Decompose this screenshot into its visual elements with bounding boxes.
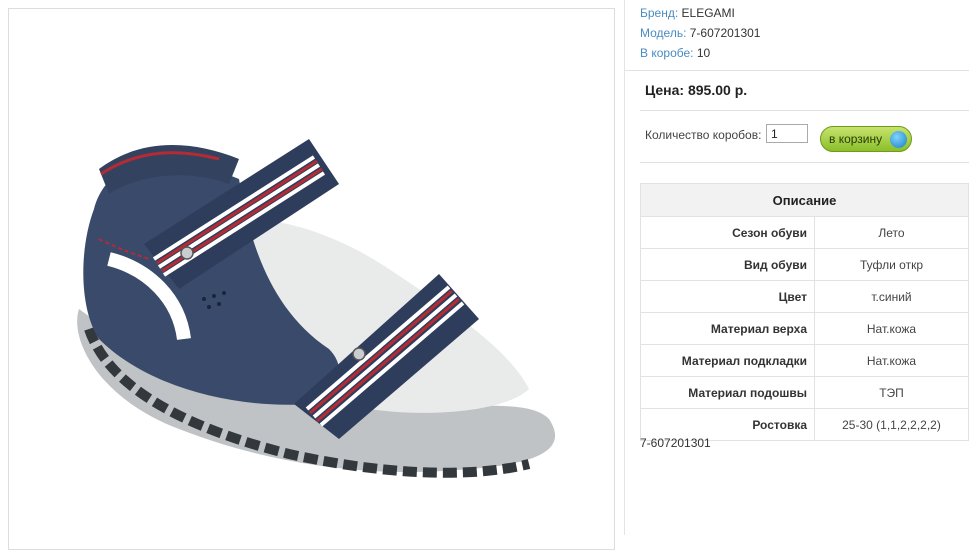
row-key: Материал верха (640, 312, 815, 345)
row-key: Вид обуви (640, 248, 815, 281)
add-to-cart-label: в корзину (829, 132, 883, 146)
column-divider (624, 0, 625, 535)
table-row: Цвет т.синий (640, 280, 969, 313)
row-value: Лето (814, 216, 969, 249)
table-row: Вид обуви Туфли откр (640, 248, 969, 281)
description-table: Описание Сезон обуви Лето Вид обуви Туфли … (640, 183, 969, 441)
divider-cart (640, 162, 969, 163)
product-meta: Бренд: ELEGAMI Модель: 7-607201301 В кор… (640, 3, 760, 63)
product-code: 7-607201301 (640, 436, 711, 450)
model-value: 7-607201301 (689, 26, 761, 40)
row-value: ТЭП (814, 376, 969, 409)
brand-label: Бренд: (640, 6, 679, 20)
row-key: Материал подкладки (640, 344, 815, 377)
quantity-input[interactable] (766, 124, 808, 143)
cart-add-icon (890, 131, 907, 148)
row-value: Туфли откр (814, 248, 969, 281)
row-key: Цвет (640, 280, 815, 313)
product-image-frame[interactable] (8, 8, 615, 550)
table-row: Материал верха Нат.кожа (640, 312, 969, 345)
description-title: Описание (640, 183, 969, 217)
brand-value: ELEGAMI (681, 6, 735, 20)
divider-price (640, 110, 969, 111)
row-value: 25-30 (1,1,2,2,2,2) (814, 408, 969, 441)
table-row: Сезон обуви Лето (640, 216, 969, 249)
row-key: Сезон обуви (640, 216, 815, 249)
row-value: т.синий (814, 280, 969, 313)
row-value: Нат.кожа (814, 312, 969, 345)
box-label: В коробе: (640, 46, 694, 60)
row-value: Нат.кожа (814, 344, 969, 377)
box-value: 10 (696, 46, 711, 60)
divider-top (625, 70, 969, 71)
row-key: Материал подошвы (640, 376, 815, 409)
price-text: Цена: 895.00 р. (645, 82, 748, 98)
product-image-sandal[interactable] (9, 9, 614, 549)
add-to-cart-button[interactable]: в корзину (820, 126, 912, 152)
quantity-label: Количество коробов: (645, 128, 762, 142)
table-row: Материал подошвы ТЭП (640, 376, 969, 409)
model-label: Модель: (640, 26, 687, 40)
table-row: Материал подкладки Нат.кожа (640, 344, 969, 377)
